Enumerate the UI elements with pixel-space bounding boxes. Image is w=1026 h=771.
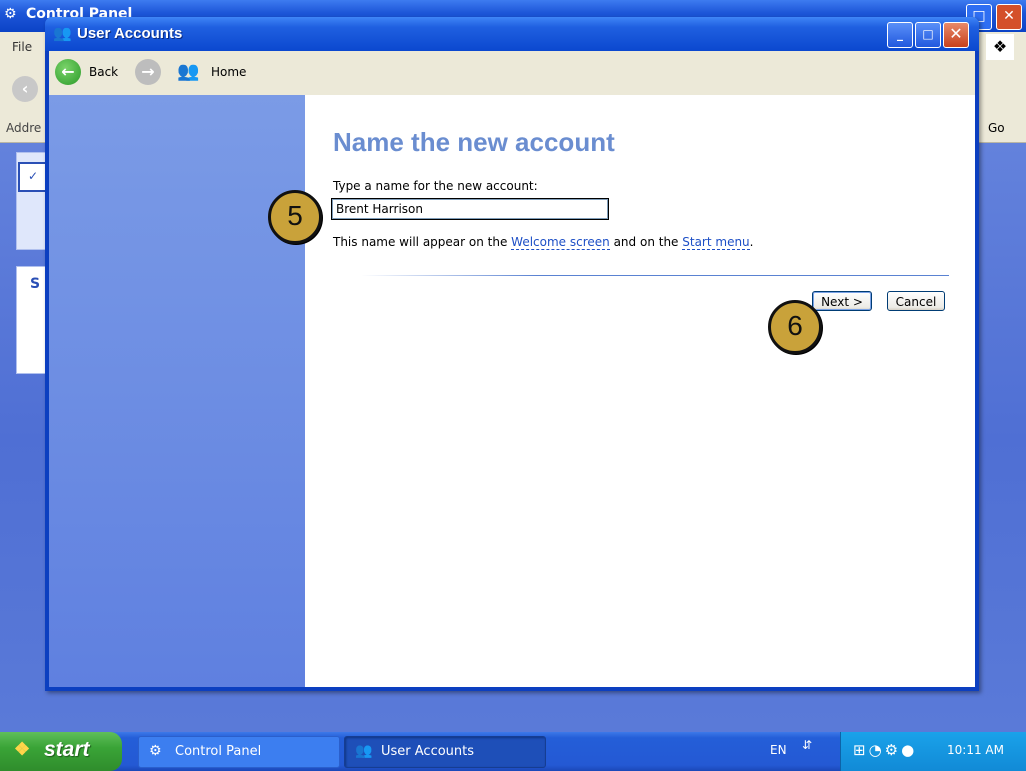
language-indicator[interactable]: EN bbox=[770, 743, 787, 757]
cancel-button[interactable]: Cancel bbox=[887, 291, 945, 311]
back-button[interactable]: ← Back bbox=[55, 59, 127, 87]
minimize-button[interactable]: _ bbox=[887, 22, 913, 48]
checklist-icon: ✓ bbox=[18, 162, 48, 192]
user-accounts-window: 👥 User Accounts _ □ ✕ ← Back → 👥 Home Na… bbox=[45, 17, 979, 691]
users-home-icon: 👥 bbox=[177, 61, 200, 82]
windows-logo-icon: ❖ bbox=[986, 34, 1014, 60]
close-button[interactable]: ✕ bbox=[996, 4, 1022, 30]
step-callout-6: 6 bbox=[768, 300, 822, 354]
taskbar-item-label: User Accounts bbox=[381, 744, 475, 759]
forward-arrow-icon[interactable]: → bbox=[135, 59, 161, 85]
clock[interactable]: 10:11 AM bbox=[947, 743, 1004, 757]
info-prefix: This name will appear on the bbox=[333, 235, 512, 249]
sidebar bbox=[49, 95, 305, 687]
control-panel-icon: ⚙ bbox=[149, 743, 162, 759]
system-tray: ⊞◔⚙● 10:11 AM bbox=[840, 732, 1026, 771]
info-suffix: . bbox=[749, 235, 754, 249]
next-button[interactable]: Next > bbox=[812, 291, 872, 311]
window-titlebar[interactable]: 👥 User Accounts _ □ ✕ bbox=[45, 17, 979, 51]
back-arrow-icon: ← bbox=[55, 59, 81, 85]
home-button[interactable]: 👥 Home bbox=[177, 59, 257, 87]
back-label: Back bbox=[89, 65, 119, 79]
back-arrow-icon[interactable]: ‹ bbox=[12, 76, 38, 102]
user-accounts-icon: 👥 bbox=[355, 743, 373, 759]
step-callout-5: 5 bbox=[268, 190, 322, 244]
divider bbox=[361, 275, 949, 276]
windows-flag-icon: ❖ bbox=[14, 739, 31, 759]
start-label: start bbox=[44, 738, 90, 761]
info-middle: and on the bbox=[609, 235, 683, 249]
user-accounts-icon: 👥 bbox=[53, 24, 72, 42]
address-label: Addre bbox=[6, 121, 42, 135]
taskbar-item-user-accounts[interactable]: 👥 User Accounts bbox=[344, 736, 546, 768]
language-bar-icon[interactable]: ⇵ bbox=[802, 738, 812, 752]
account-name-label: Type a name for the new account: bbox=[333, 179, 538, 193]
account-name-input[interactable] bbox=[331, 198, 609, 220]
start-menu-link[interactable]: Start menu bbox=[682, 235, 750, 250]
start-button[interactable]: ❖ start bbox=[0, 732, 122, 771]
see-also-label: S bbox=[30, 276, 41, 292]
navigation-toolbar: ← Back → 👥 Home bbox=[49, 51, 975, 96]
home-label: Home bbox=[211, 65, 247, 79]
go-button[interactable]: Go bbox=[978, 118, 1026, 138]
control-panel-icon: ⚙ bbox=[4, 6, 17, 22]
main-content: Name the new account Type a name for the… bbox=[305, 95, 975, 687]
taskbar-item-label: Control Panel bbox=[175, 744, 262, 759]
window-title: User Accounts bbox=[77, 25, 183, 42]
maximize-button[interactable]: □ bbox=[915, 22, 941, 48]
tray-icons[interactable]: ⊞◔⚙● bbox=[853, 741, 917, 759]
page-title: Name the new account bbox=[333, 127, 615, 157]
taskbar-item-control-panel[interactable]: ⚙ Control Panel bbox=[138, 736, 340, 768]
info-text: This name will appear on the Welcome scr… bbox=[333, 235, 754, 250]
welcome-screen-link[interactable]: Welcome screen bbox=[511, 235, 610, 250]
menu-file[interactable]: File bbox=[12, 40, 32, 54]
taskbar: ❖ start ⚙ Control Panel 👥 User Accounts … bbox=[0, 732, 1026, 771]
close-button[interactable]: ✕ bbox=[943, 22, 969, 48]
